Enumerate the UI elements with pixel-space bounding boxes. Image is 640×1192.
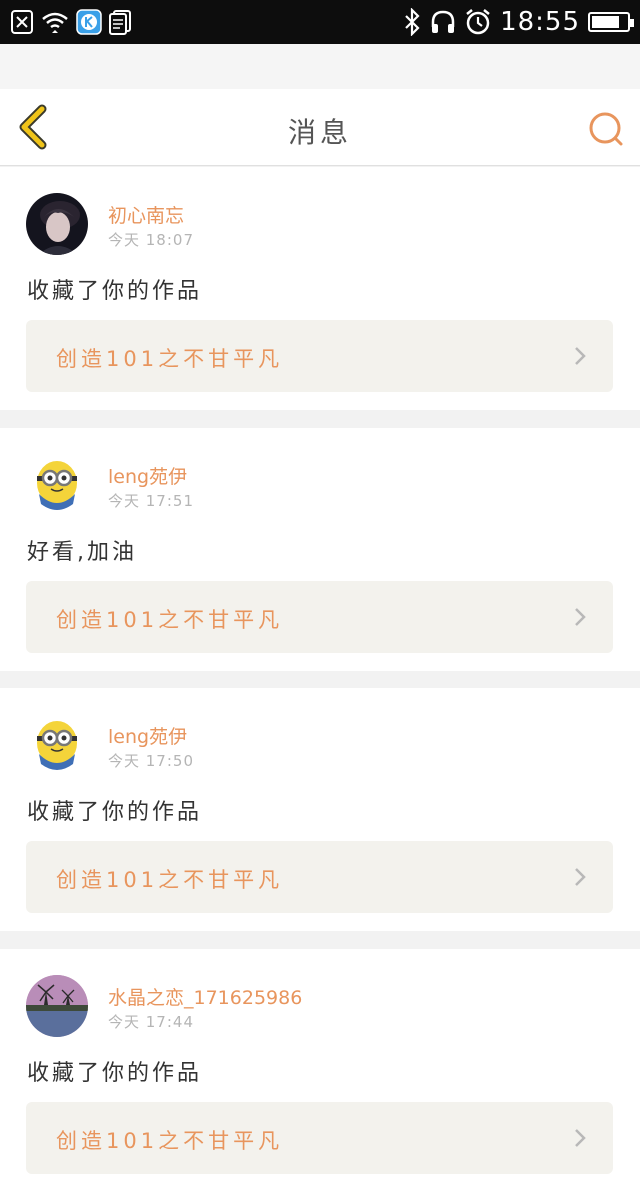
work-title: 创造101之不甘平凡	[56, 868, 284, 892]
portrait-avatar-icon	[26, 193, 88, 255]
alarm-icon	[466, 9, 490, 35]
status-time: 18:55	[500, 7, 580, 37]
search-icon[interactable]	[586, 109, 626, 149]
chevron-right-icon	[575, 1129, 586, 1147]
top-strip	[0, 44, 640, 89]
message-text: 收藏了你的作品	[27, 800, 203, 825]
timestamp: 今天 18:07	[108, 231, 194, 249]
username[interactable]: leng苑伊	[108, 722, 187, 749]
username[interactable]: leng苑伊	[108, 462, 187, 489]
page-title: 消息	[287, 116, 352, 149]
work-link-button[interactable]: 创造101之不甘平凡	[26, 320, 613, 392]
avatar[interactable]	[26, 454, 88, 516]
username[interactable]: 水晶之恋_171625986	[108, 983, 302, 1010]
message-text: 收藏了你的作品	[27, 279, 203, 304]
status-bar: 18:55	[0, 0, 640, 44]
message-card: 初心南忘 今天 18:07 收藏了你的作品 创造101之不甘平凡	[0, 167, 640, 410]
message-card: 水晶之恋_171625986 今天 17:44 收藏了你的作品 创造101之不甘…	[0, 949, 640, 1192]
message-card: leng苑伊 今天 17:51 好看,加油 创造101之不甘平凡	[0, 428, 640, 671]
work-link-button[interactable]: 创造101之不甘平凡	[26, 1102, 613, 1174]
message-text: 收藏了你的作品	[27, 1061, 203, 1086]
work-title: 创造101之不甘平凡	[56, 608, 284, 632]
status-left-icons	[10, 8, 132, 36]
timestamp: 今天 17:44	[108, 1013, 194, 1031]
avatar[interactable]	[26, 193, 88, 255]
timestamp: 今天 17:50	[108, 752, 194, 770]
bluetooth-icon	[405, 8, 420, 36]
username[interactable]: 初心南忘	[108, 201, 184, 228]
minion-avatar-icon	[26, 454, 88, 516]
nav-bar: 消息	[0, 89, 640, 166]
notes-icon	[109, 10, 131, 35]
headphones-icon	[431, 10, 455, 33]
sim-off-icon	[11, 10, 33, 34]
work-link-button[interactable]: 创造101之不甘平凡	[26, 581, 613, 653]
work-title: 创造101之不甘平凡	[56, 347, 284, 371]
battery-icon	[588, 12, 634, 32]
avatar[interactable]	[26, 975, 88, 1037]
message-card: leng苑伊 今天 17:50 收藏了你的作品 创造101之不甘平凡	[0, 688, 640, 931]
wifi-icon	[42, 12, 68, 33]
timestamp: 今天 17:51	[108, 492, 194, 510]
minion-avatar-icon	[26, 714, 88, 776]
k-app-icon	[76, 9, 102, 35]
work-link-button[interactable]: 创造101之不甘平凡	[26, 841, 613, 913]
windmill-avatar-icon	[26, 975, 88, 1037]
chevron-right-icon	[575, 868, 586, 886]
message-text: 好看,加油	[27, 540, 137, 565]
avatar[interactable]	[26, 714, 88, 776]
chevron-right-icon	[575, 347, 586, 365]
work-title: 创造101之不甘平凡	[56, 1129, 284, 1153]
status-right-icons: 18:55	[402, 6, 634, 38]
battery-level	[592, 16, 619, 28]
chevron-right-icon	[575, 608, 586, 626]
